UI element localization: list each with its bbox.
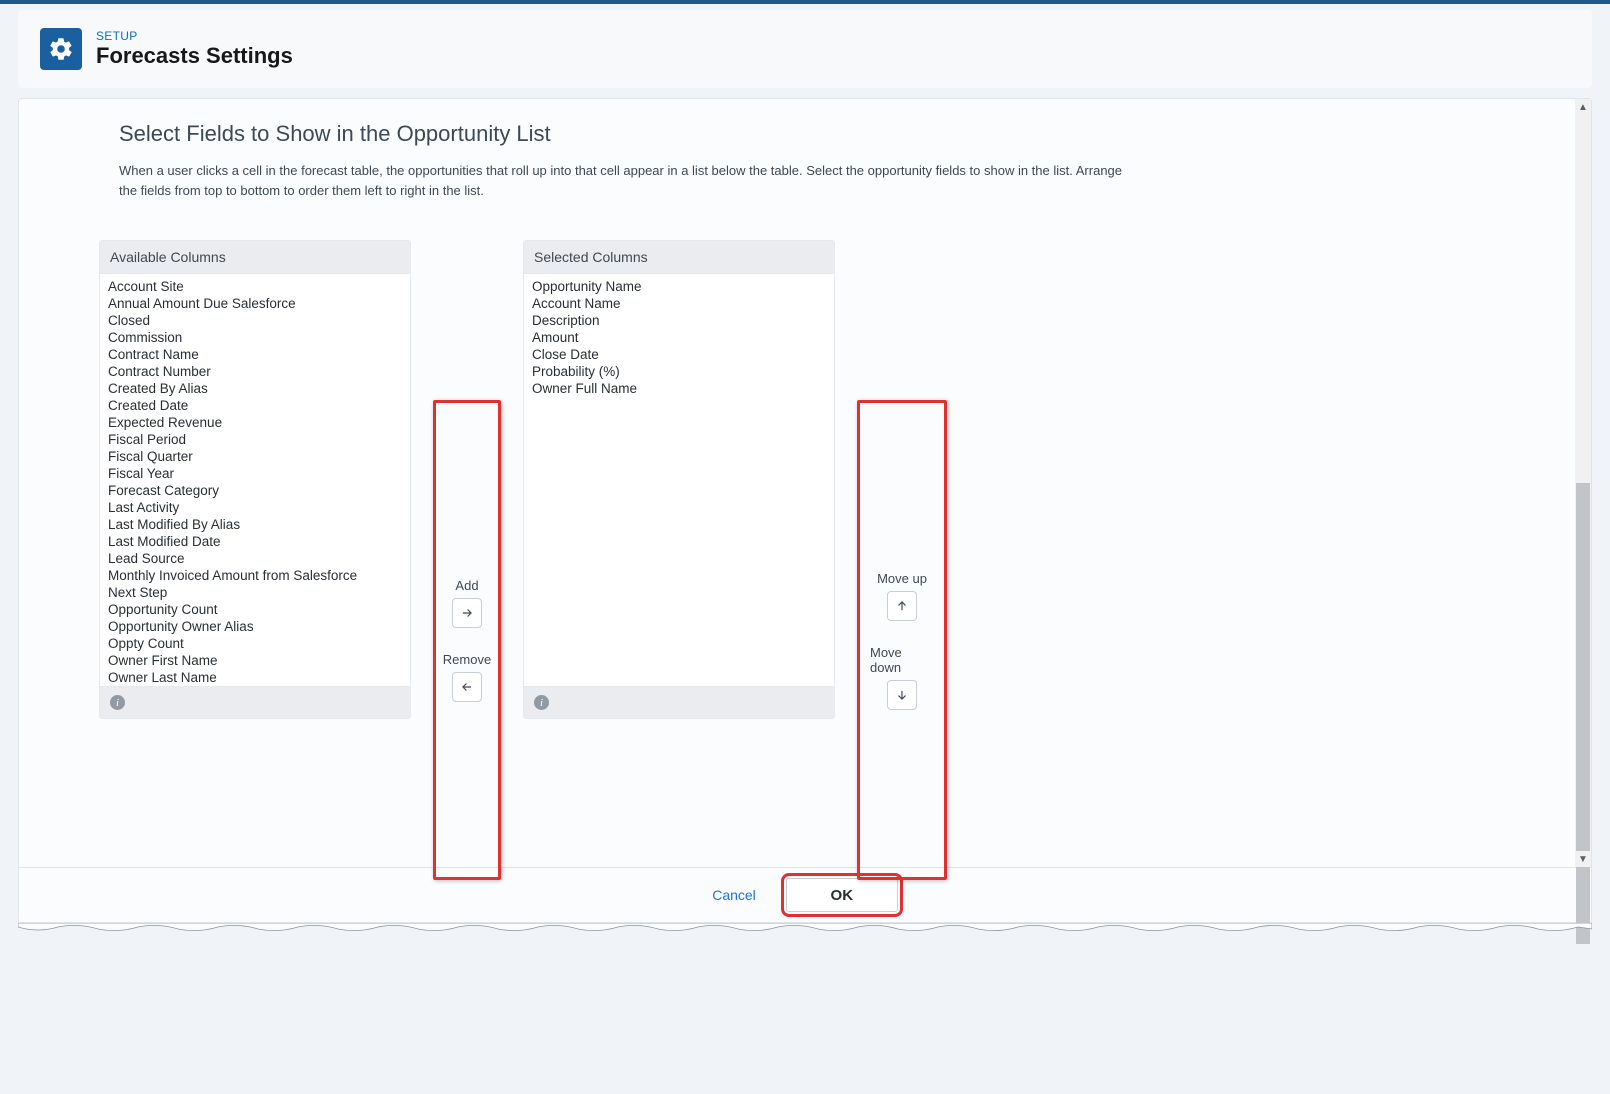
available-header: Available Columns [100, 241, 410, 274]
list-item[interactable]: Opportunity Count [106, 601, 404, 618]
list-item[interactable]: Created Date [106, 397, 404, 414]
add-remove-controls: Add Remove [433, 400, 501, 880]
list-item[interactable]: Lead Source [106, 550, 404, 567]
info-icon[interactable]: i [534, 695, 549, 710]
list-item[interactable]: Opportunity Owner Alias [106, 618, 404, 635]
list-item[interactable]: Close Date [530, 346, 828, 363]
setup-label: SETUP [96, 29, 293, 43]
info-icon[interactable]: i [110, 695, 125, 710]
move-up-label: Move up [877, 571, 927, 586]
list-item[interactable]: Forecast Category [106, 482, 404, 499]
list-item[interactable]: Account Name [530, 295, 828, 312]
section-description: When a user clicks a cell in the forecas… [119, 161, 1139, 200]
selected-header: Selected Columns [524, 241, 834, 274]
move-down-button[interactable] [887, 680, 917, 710]
list-item[interactable]: Oppty Count [106, 635, 404, 652]
available-columns-box: Available Columns Account SiteAnnual Amo… [99, 240, 411, 719]
list-item[interactable]: Annual Amount Due Salesforce [106, 295, 404, 312]
list-item[interactable]: Owner Last Name [106, 669, 404, 686]
list-item[interactable]: Probability (%) [530, 363, 828, 380]
list-item[interactable]: Contract Number [106, 363, 404, 380]
list-item[interactable]: Closed [106, 312, 404, 329]
add-button[interactable] [452, 598, 482, 628]
remove-button[interactable] [452, 672, 482, 702]
list-item[interactable]: Description [530, 312, 828, 329]
available-footer: i [100, 686, 410, 718]
list-item[interactable]: Owner First Name [106, 652, 404, 669]
list-item[interactable]: Fiscal Period [106, 431, 404, 448]
selected-footer: i [524, 686, 834, 718]
list-item[interactable]: Owner Full Name [530, 380, 828, 397]
page-header: SETUP Forecasts Settings [18, 10, 1592, 88]
list-item[interactable]: Contract Name [106, 346, 404, 363]
content-scrollbar[interactable]: ▲ ▼ [1575, 99, 1591, 867]
selected-columns-box: Selected Columns Opportunity NameAccount… [523, 240, 835, 719]
list-item[interactable]: Last Modified Date [106, 533, 404, 550]
ok-button[interactable]: OK [786, 878, 898, 912]
content-card: Select Fields to Show in the Opportunity… [18, 98, 1592, 868]
page-title: Forecasts Settings [96, 43, 293, 69]
list-item[interactable]: Commission [106, 329, 404, 346]
move-down-label: Move down [870, 645, 934, 675]
remove-label: Remove [443, 652, 491, 667]
torn-edge-decoration [18, 923, 1592, 933]
add-label: Add [455, 578, 478, 593]
available-columns-list[interactable]: Account SiteAnnual Amount Due Salesforce… [100, 274, 410, 686]
list-item[interactable]: Created By Alias [106, 380, 404, 397]
list-item[interactable]: Amount [530, 329, 828, 346]
gear-icon [40, 28, 82, 70]
list-item[interactable]: Last Modified By Alias [106, 516, 404, 533]
list-item[interactable]: Next Step [106, 584, 404, 601]
reorder-controls: Move up Move down [857, 400, 947, 880]
list-item[interactable]: Fiscal Year [106, 465, 404, 482]
list-item[interactable]: Account Site [106, 278, 404, 295]
cancel-button[interactable]: Cancel [712, 887, 756, 903]
section-title: Select Fields to Show in the Opportunity… [119, 121, 1511, 147]
list-item[interactable]: Opportunity Name [530, 278, 828, 295]
list-item[interactable]: Fiscal Quarter [106, 448, 404, 465]
move-up-button[interactable] [887, 591, 917, 621]
list-item[interactable]: Last Activity [106, 499, 404, 516]
list-item[interactable]: Expected Revenue [106, 414, 404, 431]
list-item[interactable]: Monthly Invoiced Amount from Salesforce [106, 567, 404, 584]
selected-columns-list[interactable]: Opportunity NameAccount NameDescriptionA… [524, 274, 834, 686]
